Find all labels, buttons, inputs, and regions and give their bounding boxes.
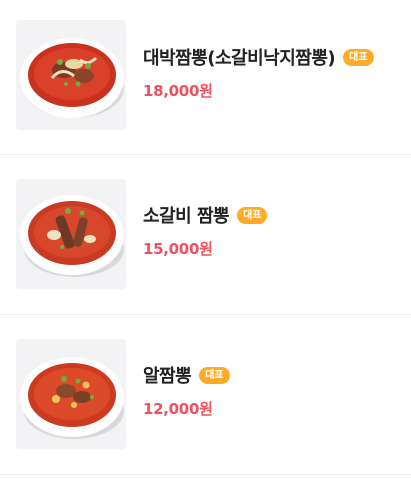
menu-item-price: 12,000원 <box>143 400 213 418</box>
menu-item-name-row: 대박짬뽕(소갈비낙지짬뽕) 대표 <box>143 44 403 70</box>
menu-item-info: 소갈비 짬뽕 대표 15,000원 <box>143 202 403 259</box>
menu-item[interactable]: 알짬뽕 대표 12,000원 <box>0 315 411 475</box>
menu-item-image[interactable] <box>16 339 126 449</box>
menu-item[interactable]: 소갈비 짬뽕 대표 15,000원 <box>0 155 411 315</box>
menu-item-info: 대박짬뽕(소갈비낙지짬뽕) 대표 18,000원 <box>143 44 403 101</box>
menu-item-name: 알짬뽕 <box>143 366 192 387</box>
signature-badge: 대표 <box>343 48 374 66</box>
menu-item-name: 대박짬뽕(소갈비낙지짬뽕) <box>143 48 336 69</box>
menu-list: 대박짬뽕(소갈비낙지짬뽕) 대표 18,000원 소갈비 짬뽕 대표 15,00… <box>0 0 411 475</box>
menu-item-info: 알짬뽕 대표 12,000원 <box>143 362 403 419</box>
menu-item-image[interactable] <box>16 20 126 130</box>
menu-item-name-row: 알짬뽕 대표 <box>143 362 403 388</box>
menu-item-name: 소갈비 짬뽕 <box>143 206 230 227</box>
signature-badge: 대표 <box>237 206 268 224</box>
signature-badge: 대표 <box>199 366 230 384</box>
menu-item[interactable]: 대박짬뽕(소갈비낙지짬뽕) 대표 18,000원 <box>0 0 411 155</box>
menu-item-name-row: 소갈비 짬뽕 대표 <box>143 202 403 228</box>
menu-item-price: 18,000원 <box>143 82 213 100</box>
menu-item-price: 15,000원 <box>143 240 213 258</box>
menu-item-image[interactable] <box>16 179 126 289</box>
